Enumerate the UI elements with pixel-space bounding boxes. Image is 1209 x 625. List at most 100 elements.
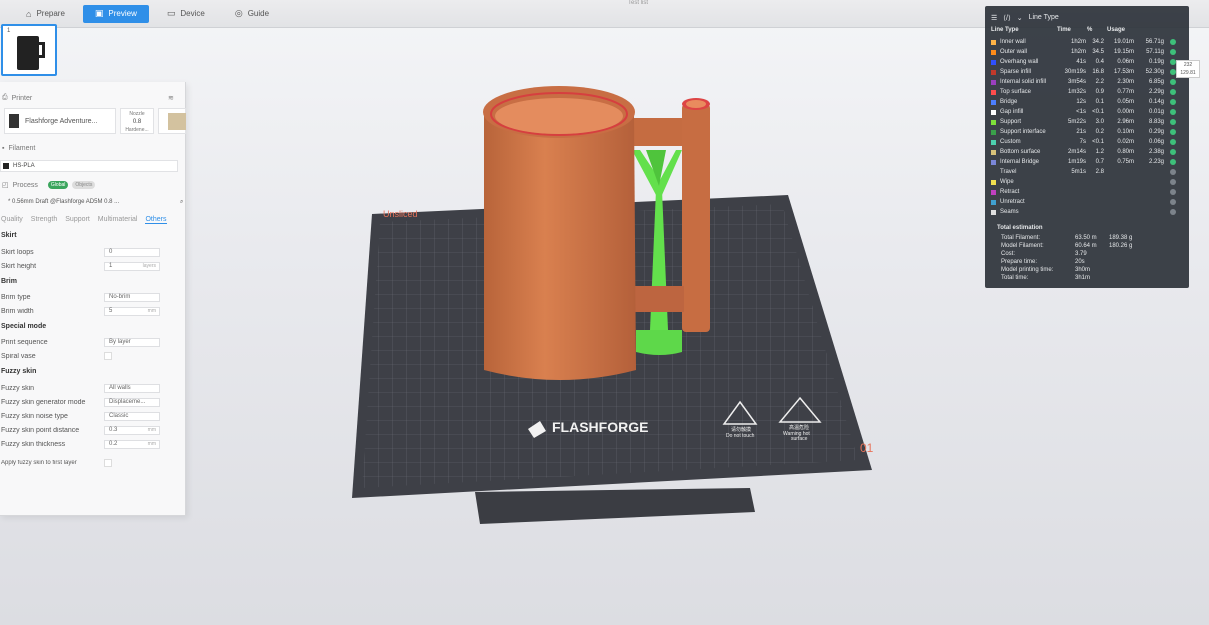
visibility-eye-icon[interactable] xyxy=(1170,169,1176,175)
layers-icon[interactable]: ☰ xyxy=(991,14,997,22)
fuzzy-thickness-input[interactable]: 0.2 mm xyxy=(104,439,160,449)
subtab-multimaterial[interactable]: Multimaterial xyxy=(98,216,138,224)
filament-selector[interactable]: HS-PLA xyxy=(0,160,178,172)
group-fuzzy-skin: Fuzzy skin xyxy=(1,368,37,375)
visibility-eye-icon[interactable] xyxy=(1170,179,1176,185)
chevron-down-icon[interactable]: ⌄ xyxy=(1017,14,1023,22)
print-sequence-select[interactable]: By layer xyxy=(104,337,160,347)
plate-texture-icon xyxy=(168,113,186,130)
tab-device[interactable]: ▭ Device xyxy=(155,5,217,23)
skirt-loops-input[interactable]: 0 xyxy=(104,247,160,257)
line-type-length: 2.96m xyxy=(1117,119,1134,125)
nozzle-sub: Hardene... xyxy=(125,127,149,133)
filament-icon: ▪ xyxy=(2,144,5,152)
line-type-weight: 0.06g xyxy=(1148,139,1164,145)
wifi-icon[interactable]: ≋ xyxy=(168,94,174,102)
line-type-pct: 34.2 xyxy=(1092,39,1104,45)
total-key: Cost: xyxy=(1001,251,1016,257)
fuzzy-skin-label: Fuzzy skin xyxy=(1,384,35,392)
objects-toggle[interactable]: Objects xyxy=(72,181,96,189)
fuzzy-point-input[interactable]: 0.3 mm xyxy=(104,425,160,435)
view-type-select[interactable]: Line Type xyxy=(1029,14,1059,22)
process-preset[interactable]: * 0.56mm Draft @Flashforge AD5M 0.8 ... … xyxy=(0,196,183,208)
row-skirt-loops: Skirt loops 0 xyxy=(0,246,186,258)
line-type-swatch xyxy=(991,149,996,155)
line-type-pct: 2.8 xyxy=(1095,169,1104,175)
brim-type-select[interactable]: No-brim xyxy=(104,292,160,302)
visibility-eye-icon[interactable] xyxy=(1170,199,1176,205)
fuzzy-first-layer-checkbox[interactable] xyxy=(104,459,112,467)
printer-icon: ⎙ xyxy=(2,94,8,101)
subtab-support[interactable]: Support xyxy=(65,216,90,224)
subtab-others[interactable]: Others xyxy=(145,216,167,224)
total-estimation-title: Total estimation xyxy=(997,225,1043,231)
line-type-time: <1s xyxy=(1076,109,1086,115)
line-type-weight: 2.29g xyxy=(1148,89,1164,95)
line-type-time: 1m19s xyxy=(1067,159,1086,165)
visibility-eye-icon[interactable] xyxy=(1170,189,1176,195)
tab-preview[interactable]: ▣ Preview xyxy=(82,4,149,23)
visibility-eye-icon[interactable] xyxy=(1170,139,1176,145)
skirt-height-input[interactable]: 1 layers xyxy=(104,261,160,271)
subtab-strength[interactable]: Strength xyxy=(31,216,57,224)
fuzzy-first-layer-label: Apply fuzzy skin to first layer xyxy=(1,460,77,466)
tab-prepare[interactable]: ⌂ Prepare xyxy=(14,5,77,23)
subtab-quality[interactable]: Quality xyxy=(1,216,23,224)
skirt-height-label: Skirt height xyxy=(1,262,37,270)
visibility-eye-icon[interactable] xyxy=(1170,89,1176,95)
visibility-eye-icon[interactable] xyxy=(1170,159,1176,165)
line-type-swatch xyxy=(991,89,996,95)
line-type-length: 0.00m xyxy=(1117,109,1134,115)
mug-body xyxy=(483,86,636,380)
line-type-row: Custom 7s <0.1 0.02m 0.06g xyxy=(991,137,1183,147)
visibility-eye-icon[interactable] xyxy=(1170,49,1176,55)
total-row: Total Filament: 63.50 m 189.38 g xyxy=(1001,235,1132,241)
brim-width-label: Brim width xyxy=(1,307,34,315)
visibility-eye-icon[interactable] xyxy=(1170,79,1176,85)
printer-selector[interactable]: Flashforge Adventure... xyxy=(4,108,116,134)
bed-plate-swatch[interactable] xyxy=(158,108,186,134)
line-type-swatch xyxy=(991,129,996,135)
total-value: 3h0m xyxy=(1075,267,1091,273)
visibility-eye-icon[interactable] xyxy=(1170,109,1176,115)
support-structure xyxy=(632,150,682,355)
fuzzy-skin-select[interactable]: All walls xyxy=(104,383,160,393)
line-type-pct: 0.4 xyxy=(1095,59,1104,65)
line-type-swatch xyxy=(991,139,996,145)
layer-ruler[interactable]: 232 129.81 xyxy=(1176,60,1200,78)
line-type-pct: 0.7 xyxy=(1095,159,1104,165)
total-row: Prepare time: 20s xyxy=(1001,259,1109,265)
line-type-row: Travel 5m1s 2.8 xyxy=(991,167,1183,177)
global-toggle[interactable]: Global xyxy=(47,181,69,189)
printer-name: Flashforge Adventure... xyxy=(25,117,98,125)
visibility-eye-icon[interactable] xyxy=(1170,99,1176,105)
tab-guide[interactable]: ◎ Guide xyxy=(223,5,281,23)
visibility-eye-icon[interactable] xyxy=(1170,129,1176,135)
fuzzy-noise-select[interactable]: Classic xyxy=(104,411,160,421)
code-icon[interactable]: ⟨/⟩ xyxy=(1003,14,1010,22)
line-type-name: Support xyxy=(1000,119,1022,125)
visibility-eye-icon[interactable] xyxy=(1170,119,1176,125)
plate-thumbnail[interactable]: 1 xyxy=(1,24,57,76)
spiral-vase-checkbox[interactable] xyxy=(104,352,112,360)
fuzzy-mode-select[interactable]: Displaceme... xyxy=(104,397,160,407)
line-type-time: 2m14s xyxy=(1067,149,1086,155)
row-fuzzy-skin: Fuzzy skin All walls xyxy=(0,382,186,394)
col-name: Line Type xyxy=(991,27,1019,33)
line-type-swatch xyxy=(991,119,996,125)
ruler-bottom-value: 129.81 xyxy=(1180,70,1196,76)
visibility-eye-icon[interactable] xyxy=(1170,209,1176,215)
search-icon[interactable]: ⌕ xyxy=(180,199,183,206)
line-type-weight: 0.01g xyxy=(1148,109,1164,115)
visibility-eye-icon[interactable] xyxy=(1170,39,1176,45)
line-type-time: 3m54s xyxy=(1067,79,1086,85)
nozzle-selector[interactable]: Nozzle 0.8 Hardene... xyxy=(120,108,154,134)
filament-color-swatch xyxy=(3,163,9,169)
print-bed xyxy=(352,195,872,498)
line-type-swatch xyxy=(991,39,996,45)
visibility-eye-icon[interactable] xyxy=(1170,149,1176,155)
line-type-time: 1h2m xyxy=(1070,39,1086,45)
brim-width-input[interactable]: 5 mm xyxy=(104,306,160,316)
row-fuzzy-first-layer: Apply fuzzy skin to first layer xyxy=(0,454,186,472)
fuzzy-point-value: 0.3 xyxy=(109,427,118,433)
